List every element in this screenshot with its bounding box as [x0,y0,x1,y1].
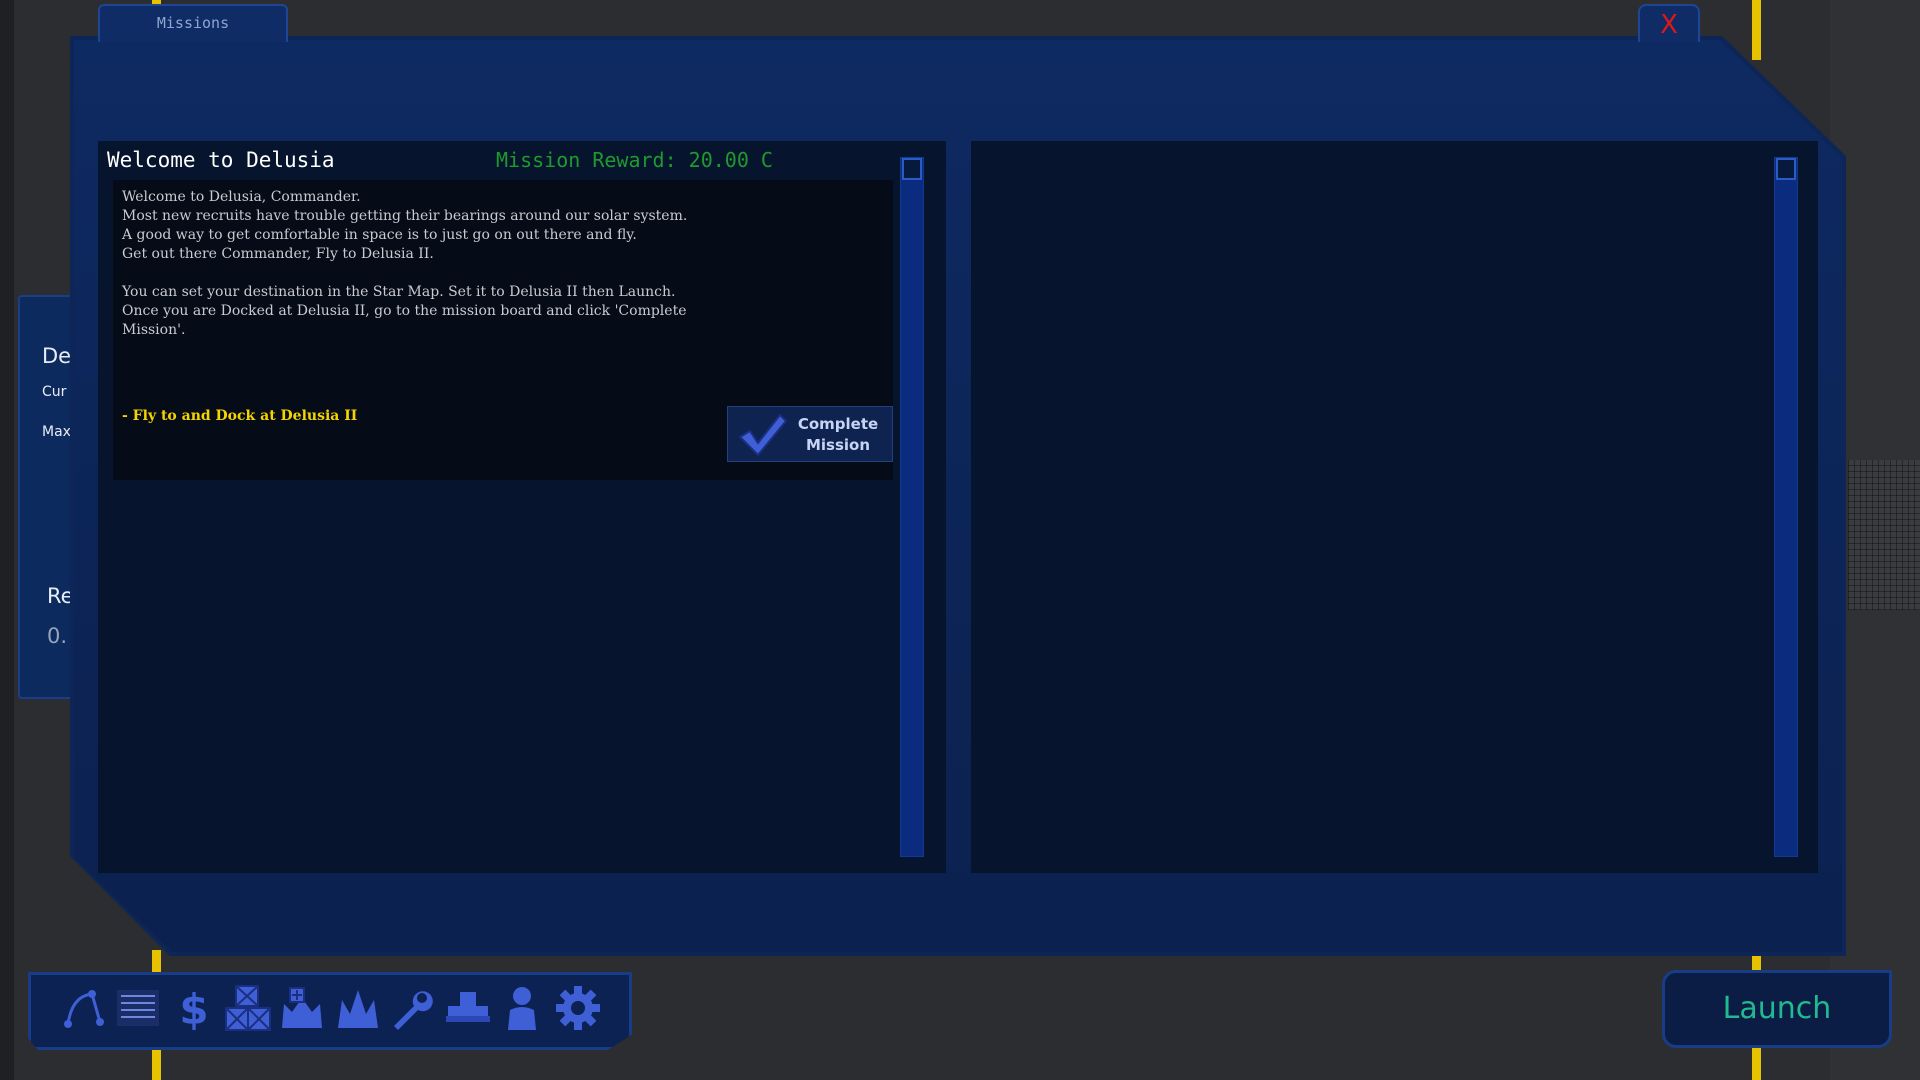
background-panel-text: Cur [42,384,67,400]
mission-detail-scrollbar[interactable] [1774,157,1798,857]
mission-description: Welcome to Delusia, Commander. Most new … [122,189,688,338]
repair-icon[interactable] [388,984,436,1032]
scrollbar-thumb[interactable] [1776,158,1796,180]
shipyard-icon[interactable] [278,984,326,1032]
background-grid [1848,460,1920,610]
background-panel-text: Re [47,584,74,608]
background-panel-text: Max [42,424,71,440]
scrollbar-thumb[interactable] [902,158,922,180]
cargo-icon[interactable] [224,984,272,1032]
background-panel-text: 0. [47,624,68,648]
background-stripe [0,0,14,1080]
mission-title: Welcome to Delusia [107,148,335,172]
equipment-icon[interactable] [444,984,492,1032]
mission-reward: Mission Reward: 20.00 C [496,148,773,172]
crew-icon[interactable] [498,984,546,1032]
mission-list-scrollbar[interactable] [900,157,924,857]
svg-text:$: $ [179,985,208,1032]
market-icon[interactable]: $ [170,984,218,1032]
complete-mission-label: Complete Mission [797,415,879,454]
launch-button[interactable]: Launch [1662,970,1892,1048]
close-button[interactable]: X [1638,4,1700,42]
settings-icon[interactable] [554,984,602,1032]
checkmark-icon [738,413,788,457]
tab-missions[interactable]: Missions [98,4,288,42]
hazard-stripe [1752,0,1761,60]
mission-board-icon[interactable] [114,984,162,1032]
star-map-icon[interactable] [60,984,108,1032]
complete-mission-button[interactable]: Complete Mission [727,406,893,462]
mission-objective: - Fly to and Dock at Delusia II [122,408,358,424]
mission-detail-panel [971,141,1818,873]
background-panel-text: De [42,344,72,368]
fleet-icon[interactable] [334,984,382,1032]
